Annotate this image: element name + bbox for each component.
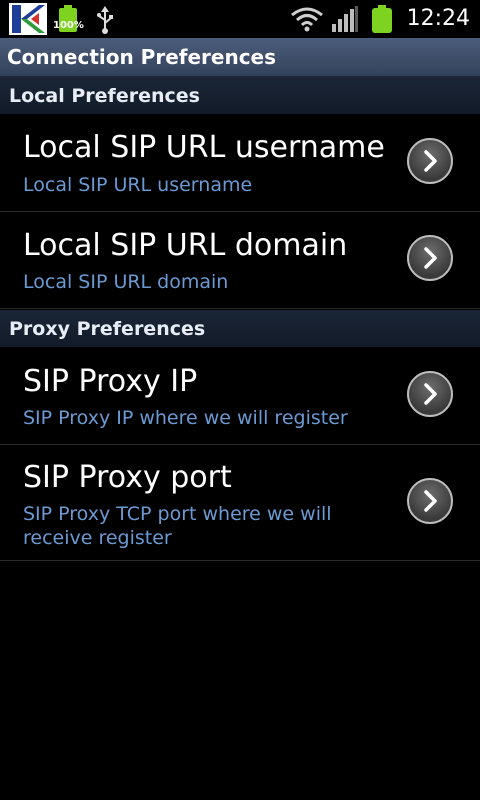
screen: 100% 12:24 Connection Preferences Local … <box>0 0 480 800</box>
pref-item-summary: SIP Proxy TCP port where we will receive… <box>23 503 332 549</box>
pref-item-title: Local SIP URL username <box>23 130 385 165</box>
pref-item-title: SIP Proxy port <box>23 460 232 495</box>
usb-icon <box>97 6 113 34</box>
pref-item-sip-proxy-port[interactable]: SIP Proxy port SIP Proxy TCP port where … <box>0 445 480 561</box>
pref-item-summary: SIP Proxy IP where we will register <box>23 407 348 429</box>
pref-item-title: SIP Proxy IP <box>23 364 198 399</box>
wifi-icon <box>291 7 323 32</box>
pref-item-summary: Local SIP URL domain <box>23 271 229 293</box>
chevron-right-icon[interactable] <box>407 478 453 524</box>
signal-icon <box>332 6 358 32</box>
pref-item-title: Local SIP URL domain <box>23 228 348 263</box>
chevron-right-icon[interactable] <box>407 138 453 184</box>
pref-item-summary: Local SIP URL username <box>23 174 253 196</box>
chevron-right-icon[interactable] <box>407 235 453 281</box>
battery-percent-label: 100% <box>53 20 84 31</box>
section-header-label: Local Preferences <box>9 85 200 107</box>
page-title: Connection Preferences <box>7 45 277 69</box>
section-header-label: Proxy Preferences <box>9 318 206 340</box>
pref-item-sip-proxy-ip[interactable]: SIP Proxy IP SIP Proxy IP where we will … <box>0 347 480 445</box>
pref-item-local-sip-domain[interactable]: Local SIP URL domain Local SIP URL domai… <box>0 212 480 309</box>
clock: 12:24 <box>406 6 470 31</box>
title-bar: Connection Preferences <box>0 38 480 77</box>
app-k-icon <box>9 3 47 35</box>
status-bar: 100% 12:24 <box>0 0 480 38</box>
chevron-right-icon[interactable] <box>407 371 453 417</box>
battery-icon <box>372 5 392 33</box>
section-header-proxy: Proxy Preferences <box>0 310 480 347</box>
pref-item-local-sip-username[interactable]: Local SIP URL username Local SIP URL use… <box>0 114 480 212</box>
section-header-local: Local Preferences <box>0 77 480 114</box>
